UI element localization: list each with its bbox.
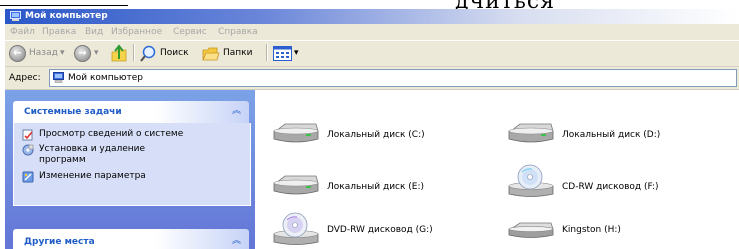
back-dropdown-icon: ▾: [60, 48, 65, 58]
document-underline: [0, 5, 128, 6]
forward-dropdown-icon: ▾: [94, 48, 99, 58]
drive-item-h[interactable]: Kingston (H:): [506, 217, 696, 247]
folders-button[interactable]: Папки: [202, 44, 260, 63]
address-value: Мой компьютер: [68, 73, 143, 83]
removable-disk-icon: [508, 222, 554, 238]
my-computer-icon: [53, 72, 64, 83]
address-bar: Адрес: Мой компьютер: [5, 67, 739, 90]
back-button[interactable]: ← Назад ▾: [9, 44, 69, 63]
address-label: Адрес:: [9, 73, 41, 83]
add-remove-programs-icon: [22, 144, 34, 156]
drive-item-d[interactable]: Локальный диск (D:): [506, 119, 696, 149]
other-places-header[interactable]: Другие места ︽: [13, 229, 249, 249]
drive-label: CD-RW дисковод (F:): [562, 182, 659, 192]
window-title: Мой компьютер: [25, 11, 108, 21]
drive-item-c[interactable]: Локальный диск (C:): [271, 119, 451, 149]
drive-item-e[interactable]: Локальный диск (E:): [271, 171, 451, 201]
menu-file[interactable]: Файл: [10, 26, 35, 38]
back-label: Назад: [29, 48, 58, 58]
collapse-chevron-icon[interactable]: ︽: [232, 235, 241, 247]
back-arrow-icon: ←: [9, 45, 26, 62]
folders-label: Папки: [223, 48, 253, 58]
menu-view[interactable]: Вид: [85, 26, 103, 38]
other-places-title: Другие места: [24, 237, 95, 247]
search-label: Поиск: [160, 48, 189, 58]
drive-label: Локальный диск (C:): [327, 130, 425, 140]
control-panel-icon: [22, 171, 34, 183]
task-label: Изменение параметра: [39, 171, 146, 181]
hard-disk-icon: [508, 123, 554, 143]
task-add-remove-programs[interactable]: Установка и удаление программ: [22, 144, 242, 168]
menu-help[interactable]: Справка: [218, 26, 258, 38]
search-button[interactable]: Поиск: [140, 44, 198, 63]
hard-disk-icon: [273, 123, 319, 143]
toolbar-separator: [133, 44, 135, 61]
system-tasks-body: Просмотр сведений о системе Установка и …: [13, 123, 251, 206]
toolbar-separator: [266, 44, 268, 61]
hard-disk-icon: [273, 175, 319, 195]
drive-item-g[interactable]: DVD-RW дисковод (G:): [271, 210, 461, 248]
menu-favorites[interactable]: Избранное: [111, 26, 162, 38]
menu-tools[interactable]: Сервис: [173, 26, 207, 38]
views-button[interactable]: ▾: [273, 44, 303, 63]
forward-arrow-icon: →: [74, 45, 91, 62]
task-pane: Системные задачи ︽ Просмотр сведений о с…: [5, 90, 255, 249]
toolbar: ← Назад ▾ → ▾ Поиск Папки ▾: [5, 41, 739, 67]
task-view-system-info[interactable]: Просмотр сведений о системе: [22, 129, 242, 141]
dvd-drive-icon: [273, 212, 319, 245]
task-label: Установка и удаление программ: [39, 144, 146, 165]
system-tasks-title: Системные задачи: [24, 107, 122, 117]
address-field[interactable]: Мой компьютер: [49, 69, 737, 87]
drive-label: Kingston (H:): [562, 225, 621, 235]
my-computer-icon: [10, 11, 21, 21]
menu-bar: Файл Правка Вид Избранное Сервис Справка: [5, 24, 739, 41]
task-label: Просмотр сведений о системе: [39, 129, 184, 139]
forward-button[interactable]: → ▾: [74, 44, 104, 63]
explorer-window: Мой компьютер Файл Правка Вид Избранное …: [5, 9, 739, 249]
views-icon: [273, 46, 292, 61]
collapse-chevron-icon[interactable]: ︽: [232, 105, 241, 117]
up-folder-button[interactable]: [110, 44, 128, 63]
system-info-icon: [22, 129, 33, 141]
views-dropdown-icon: ▾: [294, 48, 299, 58]
drive-label: Локальный диск (E:): [327, 182, 425, 192]
title-bar[interactable]: Мой компьютер: [5, 9, 739, 24]
drive-item-f[interactable]: CD-RW дисковод (F:): [506, 162, 696, 200]
system-tasks-header[interactable]: Системные задачи ︽: [13, 101, 249, 123]
drive-label: DVD-RW дисковод (G:): [327, 225, 433, 235]
search-icon: [140, 45, 156, 62]
task-change-setting[interactable]: Изменение параметра: [22, 171, 242, 183]
menu-edit[interactable]: Правка: [42, 26, 76, 38]
folders-icon: [202, 47, 220, 61]
drive-label: Локальный диск (D:): [562, 130, 661, 140]
screenshot-frame: дчиться Мой компьютер Файл Правка Вид Из…: [0, 0, 739, 249]
cd-drive-icon: [508, 164, 554, 197]
content-area: Системные задачи ︽ Просмотр сведений о с…: [5, 90, 739, 249]
